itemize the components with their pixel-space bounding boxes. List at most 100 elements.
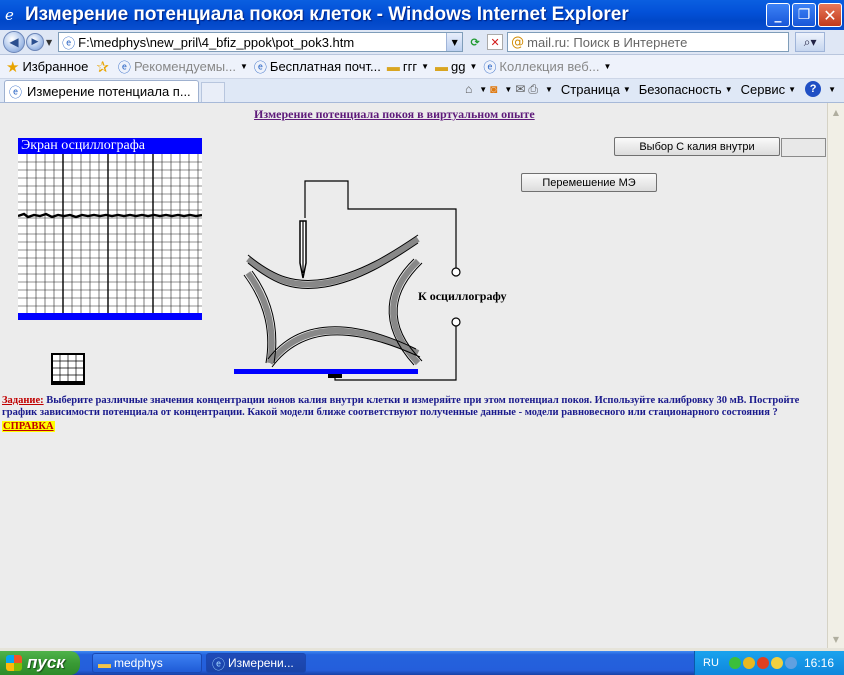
tab-label: Измерение потенциала п... <box>27 84 191 99</box>
chevron-down-icon[interactable]: ▼ <box>504 85 512 94</box>
vertical-scrollbar[interactable]: ▲ ▼ <box>827 103 844 648</box>
maximize-button[interactable]: ❐ <box>792 3 816 27</box>
close-button[interactable]: ✕ <box>818 3 842 27</box>
history-dropdown-icon[interactable]: ▼ <box>46 38 52 47</box>
antivirus-icon[interactable] <box>756 657 769 669</box>
help-link[interactable]: СПРАВКА <box>2 421 55 432</box>
concentration-readout <box>781 138 826 157</box>
cell-membrane <box>245 236 421 366</box>
new-tab-button[interactable] <box>201 82 225 102</box>
volume-icon[interactable] <box>784 657 797 669</box>
tray-icon[interactable] <box>770 657 783 669</box>
chevron-down-icon: ▼ <box>421 62 430 71</box>
scroll-up-icon[interactable]: ▲ <box>829 105 843 119</box>
fav-label: ггг <box>402 59 418 74</box>
search-placeholder: mail.ru: Поиск в Интернете <box>527 34 688 50</box>
start-button[interactable]: пуск <box>0 651 80 675</box>
menu-tools[interactable]: Сервис ▼ <box>741 82 796 97</box>
mail-icon[interactable]: ✉ <box>515 82 525 96</box>
oscilloscope-title: Экран осциллографа <box>18 138 202 154</box>
chevron-down-icon[interactable]: ▼ <box>545 85 553 94</box>
window-titlebar[interactable]: e Измерение потенциала покоя клеток - Wi… <box>0 0 844 30</box>
chevron-down-icon: ▼ <box>239 62 248 71</box>
ie-icon: e <box>5 6 14 24</box>
windows-logo-icon <box>6 655 22 671</box>
folder-icon: ▬ <box>386 59 400 74</box>
task-paragraph: Задание: Выберите различные значения кон… <box>2 395 824 419</box>
fav-label: gg <box>451 59 466 74</box>
oscilloscope-footer <box>18 313 202 320</box>
taskbar: пуск ▬ medphys ⓔ Измерени... RU 16:16 <box>0 651 844 675</box>
window-title: Измерение потенциала покоя клеток - Wind… <box>25 4 629 25</box>
taskbar-item-label: medphys <box>114 656 163 670</box>
fav-label: Коллекция веб... <box>499 59 600 74</box>
favorites-bar: ★ Избранное ✰ ⓔ Рекомендуемы... ▼ ⓔ Бесп… <box>0 55 844 79</box>
bath-bottom <box>234 369 418 374</box>
fav-folder-ggg[interactable]: ▬ ггг ▼ <box>387 59 429 74</box>
chevron-down-icon: ▼ <box>788 84 797 94</box>
favorites-label: Избранное <box>22 59 89 74</box>
fav-item-mail[interactable]: ⓔ Бесплатная почт... <box>254 57 381 76</box>
oscilloscope-screen: Экран осциллографа <box>18 138 202 320</box>
network-icon[interactable] <box>728 657 741 669</box>
chevron-down-icon[interactable]: ▼ <box>828 85 836 94</box>
chevron-down-icon[interactable]: ▼ <box>479 85 487 94</box>
address-bar: ◀ ▶ ▼ ⓔ F:\medphys\new_pril\4_bfiz_ppok\… <box>0 30 844 55</box>
help-icon[interactable]: ? <box>805 81 822 97</box>
ie-icon: ⓔ <box>9 85 23 100</box>
search-icon: ⌕▾ <box>803 34 817 49</box>
chevron-down-icon: ▼ <box>622 84 631 94</box>
microelectrode <box>299 220 307 279</box>
tray-icon[interactable] <box>742 657 755 669</box>
command-bar: ⌂ ▼ ◙ ▼ ✉ ⎙ ▼ Страница ▼ Безопасность ▼ Се… <box>465 81 836 97</box>
forward-button[interactable]: ▶ <box>26 33 44 51</box>
ie-icon: ⓔ <box>212 656 226 672</box>
menu-page[interactable]: Страница ▼ <box>561 82 631 97</box>
favorites-button[interactable]: ★ Избранное <box>6 58 88 76</box>
star-icon: ★ <box>6 58 20 76</box>
stop-icon[interactable]: ✕ <box>487 34 504 50</box>
page-title: Измерение потенциала покоя в виртуальном… <box>254 107 535 121</box>
tab-active[interactable]: ⓔ Измерение потенциала п... <box>4 80 199 102</box>
url-dropdown-icon[interactable]: ▼ <box>446 33 463 51</box>
menu-tools-label: Сервис <box>740 81 786 97</box>
taskbar-item-label: Измерени... <box>228 656 294 670</box>
page-content: Измерение потенциала покоя в виртуальном… <box>0 103 827 648</box>
chevron-down-icon: ▼ <box>603 62 612 71</box>
refresh-icon[interactable]: ⟳ <box>467 34 483 50</box>
rss-icon[interactable]: ◙ <box>490 82 497 96</box>
select-potassium-button[interactable]: Выбор С калия внутри <box>614 137 780 156</box>
back-button[interactable]: ◀ <box>3 31 25 53</box>
mailru-icon: @ <box>511 34 525 50</box>
page-icon: ⓔ <box>62 36 76 52</box>
taskbar-item-ie[interactable]: ⓔ Измерени... <box>206 653 306 673</box>
mini-oscilloscope-icon[interactable] <box>50 352 86 386</box>
url-field[interactable]: ⓔ F:\medphys\new_pril\4_bfiz_ppok\pot_po… <box>58 32 464 52</box>
oscilloscope-trace <box>18 212 202 219</box>
scroll-down-icon[interactable]: ▼ <box>829 632 843 646</box>
fav-label: Бесплатная почт... <box>269 59 381 74</box>
ie-icon: ⓔ <box>483 60 497 75</box>
ie-icon: ⓔ <box>117 60 131 75</box>
to-oscilloscope-label: К осциллографу <box>418 289 507 303</box>
task-text: Выберите различные значения концентрации… <box>2 395 800 418</box>
print-icon[interactable]: ⎙ <box>528 82 538 97</box>
fav-item-recommended[interactable]: ⓔ Рекомендуемы... ▼ <box>118 57 248 76</box>
search-input[interactable]: @ mail.ru: Поиск в Интернете <box>507 32 790 52</box>
minimize-button[interactable]: _ <box>766 3 790 27</box>
taskbar-item-medphys[interactable]: ▬ medphys <box>92 653 202 673</box>
task-label: Задание: <box>2 395 44 406</box>
menu-security-label: Безопасность <box>638 81 722 97</box>
chevron-down-icon: ▼ <box>469 62 478 71</box>
fav-label: Рекомендуемы... <box>133 59 236 74</box>
search-button[interactable]: ⌕▾ <box>795 32 826 52</box>
add-favorite-icon[interactable]: ✰ <box>96 58 109 76</box>
language-indicator[interactable]: RU <box>703 657 719 669</box>
home-icon[interactable]: ⌂ <box>465 82 472 96</box>
move-electrode-button[interactable]: Перемешение МЭ <box>521 173 657 192</box>
system-tray: RU 16:16 <box>694 651 844 675</box>
fav-folder-gg[interactable]: ▬ gg ▼ <box>435 59 477 74</box>
fav-item-gallery[interactable]: ⓔ Коллекция веб... ▼ <box>483 57 611 76</box>
ie-icon: ⓔ <box>253 60 267 75</box>
menu-security[interactable]: Безопасность ▼ <box>639 82 733 97</box>
